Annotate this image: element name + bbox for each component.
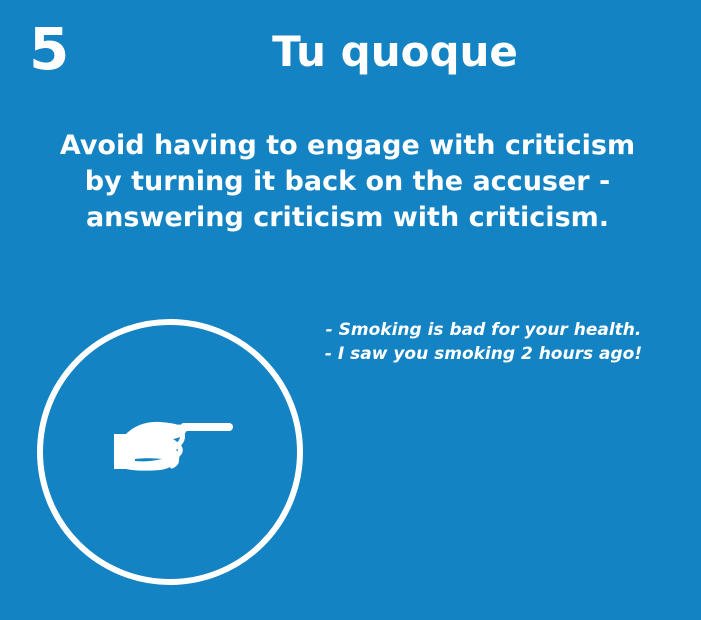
example-line: - I saw you smoking 2 hours ago! — [324, 344, 643, 364]
fallacy-description: Avoid having to engage with criticism by… — [59, 130, 636, 233]
fallacy-title: Tu quoque — [272, 27, 518, 76]
fallacy-number: 5 — [29, 15, 70, 83]
pointing-hand-icon — [114, 421, 233, 471]
example-dialogue: - Smoking is bad for your health. - I sa… — [316, 318, 651, 366]
fallacy-card: 5 Tu quoque Avoid having to engage with … — [0, 0, 701, 620]
example-line: - Smoking is bad for your health. — [325, 320, 642, 340]
